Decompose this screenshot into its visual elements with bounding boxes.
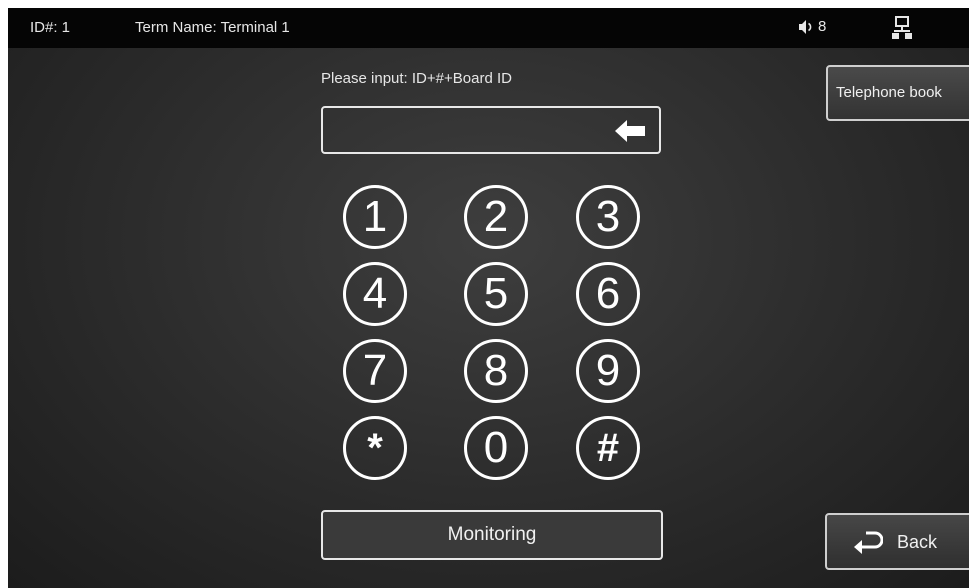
- back-button[interactable]: Back: [825, 513, 969, 570]
- back-label: Back: [897, 532, 938, 552]
- keypad-key-4[interactable]: 4: [343, 262, 407, 326]
- keypad-key-5[interactable]: 5: [464, 262, 528, 326]
- volume-level: 8: [818, 18, 827, 35]
- input-prompt: Please input: ID+#+Board ID: [321, 70, 512, 87]
- intercom-screen: ID#: 1 Term Name: Terminal 1 8 Please in…: [8, 8, 969, 588]
- keypad-key-2[interactable]: 2: [464, 185, 528, 249]
- keypad-key-9[interactable]: 9: [576, 339, 640, 403]
- speaker-icon: [799, 19, 812, 34]
- keypad-key-hash[interactable]: #: [576, 416, 640, 480]
- terminal-name-label: Term Name: Terminal 1: [135, 19, 290, 36]
- device-id-label: ID#: 1: [30, 19, 71, 36]
- return-arrow-icon: [854, 531, 883, 554]
- keypad-key-3[interactable]: 3: [576, 185, 640, 249]
- keypad-key-1[interactable]: 1: [343, 185, 407, 249]
- call-id-input[interactable]: [321, 106, 661, 154]
- keypad-key-7[interactable]: 7: [343, 339, 407, 403]
- volume-indicator: 8: [798, 18, 826, 35]
- status-bar: ID#: 1 Term Name: Terminal 1 8: [8, 8, 969, 48]
- backspace-arrow-icon[interactable]: [615, 120, 645, 142]
- telephone-book-button[interactable]: Telephone book: [826, 65, 969, 121]
- keypad-key-8[interactable]: 8: [464, 339, 528, 403]
- network-icon: [892, 16, 912, 39]
- keypad-key-0[interactable]: 0: [464, 416, 528, 480]
- keypad-key-6[interactable]: 6: [576, 262, 640, 326]
- monitoring-button[interactable]: Monitoring: [321, 510, 663, 560]
- keypad-key-star[interactable]: *: [343, 416, 407, 480]
